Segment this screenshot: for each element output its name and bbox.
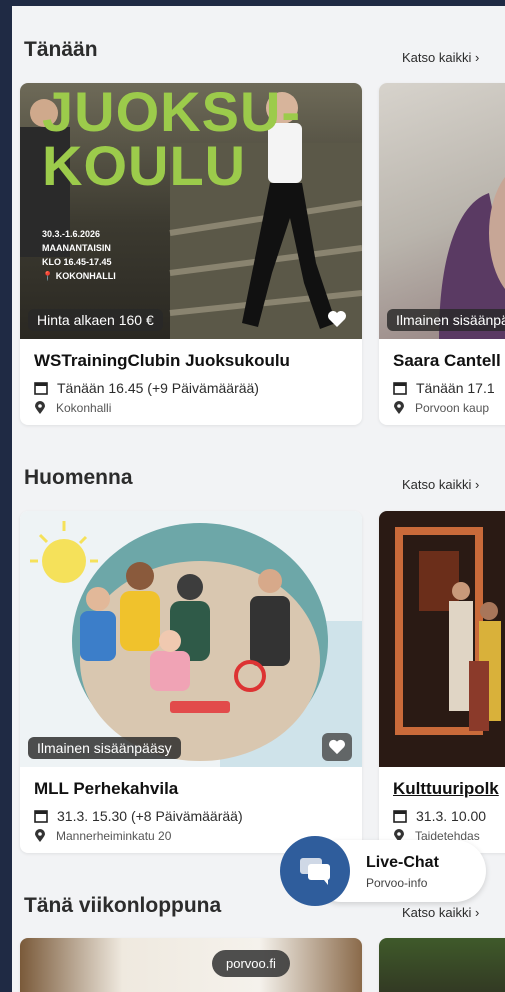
event-title: Saara Cantell (393, 351, 501, 370)
event-date-row: 31.3. 10.00 (393, 808, 486, 824)
chevron-right-icon: › (475, 50, 480, 65)
event-date-row: Tänään 17.1 (393, 380, 495, 396)
see-all-label: Katso kaikki (402, 905, 472, 920)
section-title-today: Tänään (24, 38, 98, 61)
live-chat-subtitle: Porvoo-info (366, 876, 428, 890)
price-badge: Ilmainen sisäänpääsy (28, 737, 181, 759)
portrait-graphic (439, 177, 505, 339)
see-all-tomorrow-link[interactable]: Katso kaikki › (402, 477, 479, 492)
event-card-weekend-1[interactable] (20, 938, 362, 992)
event-location: Porvoon kaup (415, 401, 490, 415)
live-chat-title: Live-Chat (366, 854, 439, 871)
poster-title-line2: KOULU (42, 134, 247, 197)
chat-icon (300, 858, 330, 885)
event-image: JUOKSU- KOULU 30.3.-1.6.2026 MAANANTAISI… (20, 83, 362, 339)
poster-title-line1: JUOKSU- (42, 83, 302, 143)
event-date: 31.3. 15.30 (+8 Päivämäärää) (57, 808, 243, 824)
section-title-tomorrow: Huomenna (24, 466, 133, 489)
price-badge: Ilmainen sisäänpääsy (387, 309, 505, 331)
chevron-right-icon: › (475, 905, 480, 920)
price-badge: Hinta alkaen 160 € (28, 309, 163, 331)
theatre-graphic (395, 527, 501, 735)
see-all-label: Katso kaikki (402, 50, 472, 65)
porvoo-fi-badge[interactable]: porvoo.fi (212, 950, 290, 977)
poster-dates: 30.3.-1.6.2026 (42, 229, 101, 239)
event-location: Mannerheiminkatu 20 (56, 829, 172, 843)
favorite-heart-icon[interactable] (322, 733, 352, 761)
event-location-row: Kokonhalli (34, 401, 111, 415)
event-title: MLL Perhekahvila (34, 779, 179, 798)
calendar-icon (393, 382, 407, 395)
section-title-weekend: Tänä viikonloppuna (24, 894, 222, 917)
event-image (379, 938, 505, 992)
calendar-icon (34, 810, 48, 823)
events-page: Tänään Katso kaikki › JUOKSU- KOULU 30.3… (12, 6, 505, 992)
event-image (379, 83, 505, 339)
see-all-weekend-link[interactable]: Katso kaikki › (402, 905, 479, 920)
live-chat-widget[interactable]: Live-Chat Porvoo-info (280, 836, 486, 906)
event-date: 31.3. 10.00 (416, 808, 487, 824)
event-card-mll-perhekahvila[interactable]: Ilmainen sisäänpääsy MLL Perhekahvila 31… (20, 511, 362, 853)
calendar-icon (34, 382, 48, 395)
event-date-row: Tänään 16.45 (+9 Päivämäärää) (34, 380, 259, 396)
chevron-right-icon: › (475, 477, 480, 492)
location-pin-icon (394, 401, 404, 414)
event-title[interactable]: Kulttuuripolk (393, 779, 499, 799)
poster-details: 30.3.-1.6.2026 MAANANTAISIN KLO 16.45-17… (42, 227, 116, 283)
family-graphic (30, 521, 362, 767)
see-all-label: Katso kaikki (402, 477, 472, 492)
poster-time: KLO 16.45-17.45 (42, 257, 112, 267)
event-date: Tänään 17.1 (416, 380, 495, 396)
poster-title: JUOKSU- KOULU (42, 83, 302, 197)
favorite-heart-icon[interactable] (322, 305, 352, 333)
event-image (20, 511, 362, 767)
poster-place: 📍 KOKONHALLI (42, 269, 116, 283)
event-date: Tänään 16.45 (+9 Päivämäärää) (57, 380, 259, 396)
event-card-kulttuuripolku[interactable]: Kulttuuripolk 31.3. 10.00 Taidetehdas (379, 511, 505, 853)
calendar-icon (393, 810, 407, 823)
event-image (379, 511, 505, 767)
event-date-row: 31.3. 15.30 (+8 Päivämäärää) (34, 808, 243, 824)
event-title: WSTrainingClubin Juoksukoulu (34, 351, 290, 370)
see-all-today-link[interactable]: Katso kaikki › (402, 50, 479, 65)
event-card-saara-cantell[interactable]: Ilmainen sisäänpääsy Saara Cantell Tänää… (379, 83, 505, 425)
event-location-row: Mannerheiminkatu 20 (34, 829, 171, 843)
map-pin-icon: 📍 (42, 271, 54, 281)
poster-place-label: KOKONHALLI (55, 271, 116, 281)
event-image (20, 938, 362, 992)
event-location: Kokonhalli (56, 401, 112, 415)
event-card-juoksukoulu[interactable]: JUOKSU- KOULU 30.3.-1.6.2026 MAANANTAISI… (20, 83, 362, 425)
event-location-row: Porvoon kaup (393, 401, 489, 415)
location-pin-icon (35, 401, 45, 414)
chat-bubble-button[interactable] (280, 836, 350, 906)
location-pin-icon (35, 829, 45, 842)
poster-days: MAANANTAISIN (42, 243, 111, 253)
event-card-weekend-2[interactable] (379, 938, 505, 992)
